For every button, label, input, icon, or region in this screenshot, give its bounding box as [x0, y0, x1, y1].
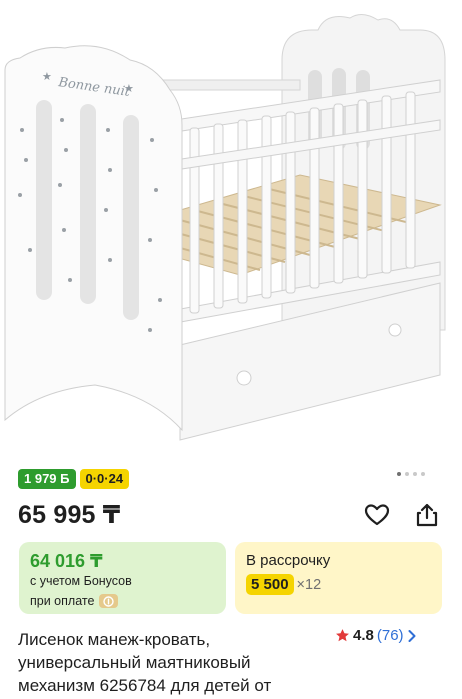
rating-value: 4.8 — [353, 627, 374, 644]
installment-months: ×12 — [296, 576, 322, 593]
svg-text:★: ★ — [124, 83, 134, 95]
bonus-badge: 1 979 Б — [18, 469, 76, 489]
bonus-payment-label: при оплате — [30, 594, 95, 608]
star-icon — [336, 629, 349, 642]
installment-title: В рассрочку — [246, 552, 331, 569]
product-title: Лисенок манеж-кровать, универсальный мая… — [18, 630, 272, 695]
share-icon — [416, 503, 438, 527]
heart-icon — [364, 504, 390, 526]
installment-row: 5 500 ×12 — [246, 574, 321, 595]
product-price: 65 995 ₸ — [18, 501, 121, 529]
gallery-dot — [421, 472, 425, 476]
product-image[interactable]: Bonne nuit ★ ★ — [0, 0, 462, 458]
rating[interactable]: 4.8 (76) — [335, 627, 417, 644]
badges: 1 979 Б 0·0·24 — [18, 469, 130, 489]
installment-card[interactable]: В рассрочку 5 500 ×12 — [235, 542, 442, 614]
favorite-button[interactable] — [362, 500, 392, 530]
share-button[interactable] — [412, 500, 442, 530]
svg-text:★: ★ — [42, 71, 52, 83]
gallery-dot — [405, 472, 409, 476]
bonus-note: с учетом Бонусов — [30, 574, 132, 588]
gallery-dot — [397, 472, 401, 476]
kaspi-pay-icon — [99, 594, 119, 608]
bonus-price: 64 016 ₸ — [30, 551, 103, 571]
gallery-dot — [413, 472, 417, 476]
installment-amount: 5 500 — [246, 574, 294, 595]
gallery-dots — [397, 472, 425, 476]
chevron-right-icon[interactable] — [407, 629, 417, 643]
bonus-price-card[interactable]: 64 016 ₸ с учетом Бонусов при оплате — [19, 542, 226, 614]
crib-illustration: Bonne nuit ★ ★ — [4, 14, 446, 441]
bonus-payment-note: при оплате — [30, 594, 119, 608]
installment-badge: 0·0·24 — [79, 469, 130, 489]
rating-count[interactable]: (76) — [377, 627, 404, 644]
